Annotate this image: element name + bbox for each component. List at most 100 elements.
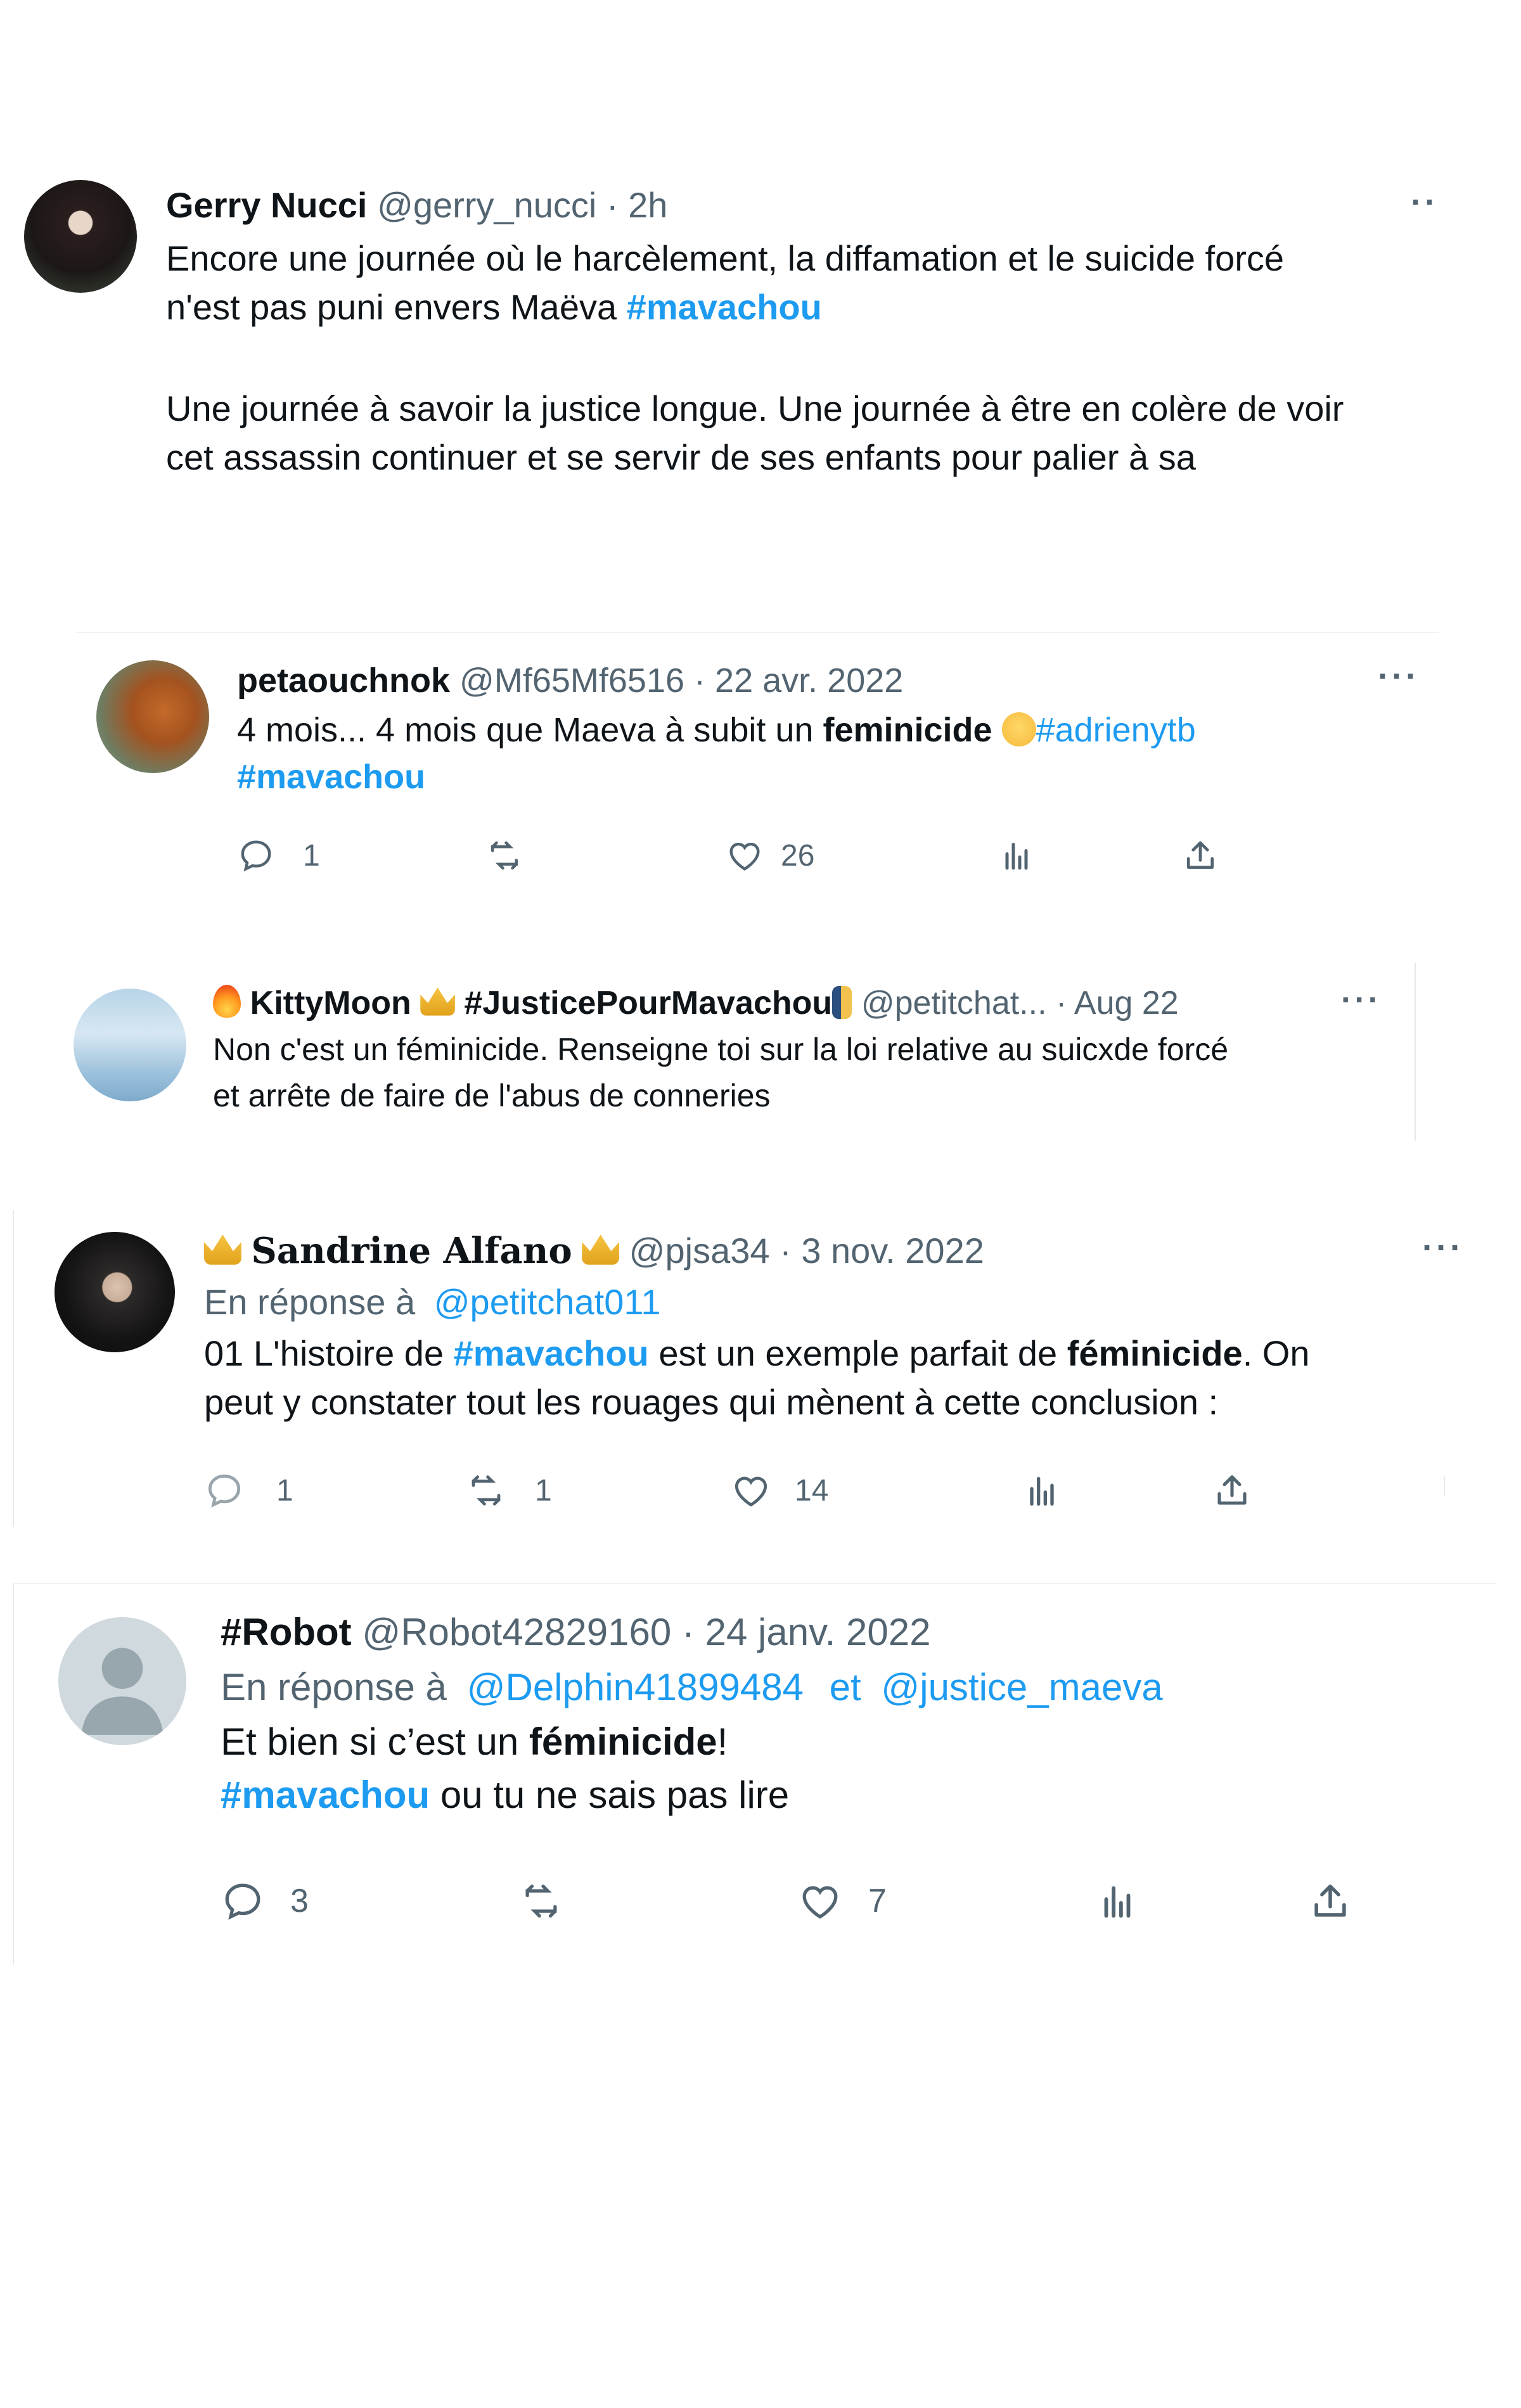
reply-count: 1 (303, 838, 320, 873)
like-count: 14 (795, 1473, 829, 1508)
retweet-count: 1 (535, 1473, 552, 1508)
hashtag-link[interactable]: #mavachou (454, 1333, 649, 1373)
tweet-kittymoon[interactable]: KittyMoon #JusticePourMavachou @petitcha… (0, 957, 1521, 1147)
text-bold: féminicide (1067, 1333, 1243, 1374)
reply-handle-link[interactable]: @justice_maeva (881, 1666, 1162, 1708)
views-button[interactable] (1095, 1879, 1139, 1923)
separator: · (694, 662, 706, 700)
reply-button[interactable]: 3 (221, 1879, 309, 1923)
like-button[interactable]: 7 (797, 1879, 887, 1923)
like-button[interactable]: 26 (725, 836, 814, 874)
fire-icon (213, 985, 241, 1018)
share-button[interactable] (1212, 1470, 1252, 1511)
display-name-tag[interactable]: #JusticePourMavachou (464, 985, 832, 1021)
reply-label: En réponse à (221, 1666, 447, 1708)
action-bar: 1 26 (237, 836, 1251, 881)
retweet-icon (491, 841, 518, 870)
hashtag-link[interactable]: #adrienytb (1036, 711, 1196, 749)
crying-face-icon (1001, 712, 1036, 746)
display-name[interactable]: Sandrine Alfano (251, 1230, 572, 1272)
avatar[interactable] (24, 180, 137, 293)
reply-context: En réponse à @Delphin41899484 et @justic… (221, 1665, 1463, 1709)
reply-icon (241, 840, 271, 872)
tweet-sandrine-alfano[interactable]: Sandrine Alfano @pjsa34 · 3 nov. 2022 En… (0, 1210, 1521, 1540)
retweet-button[interactable] (484, 836, 525, 874)
tweet-robot[interactable]: #Robot @Robot42829160 · 24 janv. 2022 En… (0, 1584, 1521, 1977)
divider (76, 632, 1439, 633)
display-name[interactable]: KittyMoon (250, 985, 411, 1021)
hashtag-link[interactable]: #mavachou (237, 758, 425, 796)
more-options-icon[interactable]: ··· (1378, 656, 1420, 696)
hashtag-link[interactable]: #mavachou (627, 287, 822, 327)
reply-count: 1 (276, 1473, 293, 1508)
text-segment: 4 mois... 4 mois que Maeva à subit un (237, 710, 823, 749)
tweet-text: Non c'est un féminicide. Renseigne toi s… (213, 1027, 1417, 1118)
timestamp[interactable]: 3 nov. 2022 (801, 1231, 984, 1271)
like-count: 7 (868, 1883, 887, 1919)
crown-icon (204, 1234, 241, 1265)
text-segment: est un exemple parfait de (648, 1333, 1067, 1374)
reply-label: En réponse à (204, 1282, 416, 1322)
views-button[interactable] (998, 836, 1036, 874)
avatar[interactable] (58, 1617, 186, 1745)
text-segment: . On (1242, 1333, 1310, 1374)
separator: · (780, 1231, 792, 1271)
handle[interactable]: @pjsa34 (629, 1231, 770, 1271)
share-button[interactable] (1308, 1879, 1352, 1923)
text-line: peut y constater tout les rouages qui mè… (204, 1382, 1219, 1423)
text-line: Une journée à savoir la justice longue. … (166, 388, 1344, 428)
views-button[interactable] (1022, 1470, 1062, 1511)
handle[interactable]: @petitchat... (861, 985, 1047, 1021)
separator: · (681, 1611, 695, 1653)
more-options-icon[interactable]: ·· (1411, 183, 1439, 222)
crown-icon (420, 987, 455, 1016)
divider (13, 1210, 14, 1527)
more-options-icon[interactable]: ··· (1341, 981, 1382, 1019)
crown-icon (582, 1234, 620, 1265)
display-name[interactable]: Gerry Nucci (166, 185, 368, 225)
text-line: Encore une journée où le harcèlement, la… (166, 238, 1285, 279)
heart-icon (802, 1886, 838, 1919)
text-segment: Et bien si c’est un (221, 1720, 529, 1763)
heart-icon (729, 842, 760, 871)
avatar[interactable] (74, 989, 186, 1101)
text-segment: ! (717, 1720, 728, 1763)
avatar[interactable] (55, 1232, 175, 1352)
moon-icon (832, 985, 852, 1019)
reply-count: 3 (290, 1883, 309, 1919)
reply-button[interactable]: 1 (237, 836, 320, 874)
divider (1415, 963, 1416, 1141)
hashtag-link[interactable]: #mavachou (221, 1774, 430, 1816)
handle[interactable]: @Mf65Mf6516 (459, 662, 684, 700)
handle[interactable]: @gerry_nucci (377, 185, 596, 225)
more-options-icon[interactable]: ··· (1422, 1228, 1464, 1267)
fade-overlay (152, 482, 1483, 558)
tweet-gerry-nucci[interactable]: Gerry Nucci @gerry_nucci · 2h Encore une… (0, 165, 1521, 570)
display-name[interactable]: #Robot (221, 1611, 352, 1653)
handle[interactable]: @Robot42829160 (362, 1611, 671, 1653)
default-avatar-icon (81, 1648, 164, 1735)
timestamp[interactable]: 24 janv. 2022 (705, 1611, 931, 1653)
reply-button[interactable]: 1 (204, 1470, 293, 1511)
share-icon (1217, 1475, 1247, 1505)
text-line: Non c'est un féminicide. Renseigne toi s… (213, 1032, 1229, 1068)
timestamp[interactable]: Aug 22 (1074, 985, 1179, 1021)
like-button[interactable]: 14 (730, 1470, 828, 1511)
avatar[interactable] (96, 660, 209, 773)
analytics-icon (1104, 1886, 1131, 1918)
share-button[interactable] (1181, 836, 1219, 874)
divider (1444, 1476, 1445, 1495)
retweet-button[interactable] (517, 1879, 565, 1923)
text-segment: ou tu ne sais pas lire (430, 1774, 790, 1816)
reply-handle-link[interactable]: @Delphin41899484 (467, 1666, 804, 1708)
reply-handle-link[interactable]: @petitchat011 (434, 1282, 661, 1322)
text-line: et arrête de faire de l'abus de connerie… (213, 1077, 771, 1113)
reply-context: En réponse à @petitchat011 (204, 1281, 1446, 1322)
tweet-petaouchnok[interactable]: petaouchnok @Mf65Mf6516 · 22 avr. 2022 4… (0, 653, 1521, 919)
timestamp[interactable]: 22 avr. 2022 (715, 662, 903, 700)
timestamp[interactable]: 2h (628, 185, 667, 225)
retweet-button[interactable]: 1 (464, 1470, 552, 1511)
display-name[interactable]: petaouchnok (237, 662, 450, 700)
text-bold: féminicide (529, 1720, 717, 1763)
action-bar: 3 7 (221, 1879, 1361, 1927)
